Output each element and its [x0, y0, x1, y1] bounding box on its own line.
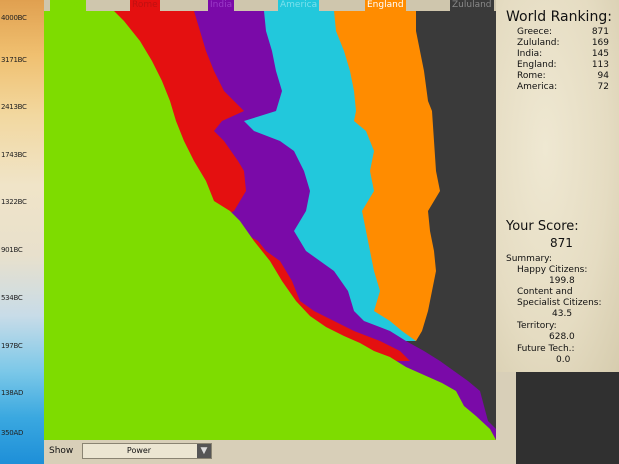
- timeline-tick: 901BC: [1, 246, 23, 254]
- civ-label-rome: Rome: [130, 0, 160, 11]
- show-dropdown[interactable]: Power ▼: [82, 443, 212, 459]
- ranking-value: 145: [591, 49, 609, 59]
- show-label: Show: [49, 446, 74, 456]
- timeline-tick: 1743BC: [1, 151, 27, 159]
- ranking-row: India: 145: [517, 49, 609, 60]
- ranking-row: Rome: 94: [517, 71, 609, 82]
- ranking-value: 94: [597, 71, 609, 81]
- ranking-name: England:: [517, 60, 557, 70]
- timeline-tick: 350AD: [1, 429, 24, 437]
- timeline-tick: 3171BC: [1, 56, 27, 64]
- timeline-tick: 1322BC: [1, 198, 27, 206]
- timeline-strip: 4000BC 3171BC 2413BC 1743BC 1322BC 901BC…: [0, 0, 44, 464]
- content-citizens-value: 43.5: [552, 309, 573, 319]
- ranking-name: Zululand:: [517, 38, 560, 48]
- civ-label-america: America: [278, 0, 320, 11]
- happy-citizens-value: 199.8: [549, 276, 575, 286]
- timeline-tick: 197BC: [1, 342, 23, 350]
- ranking-row: Greece: 871: [517, 27, 609, 38]
- content-citizens-label: Content and: [517, 287, 573, 297]
- ranking-value: 871: [591, 27, 609, 37]
- ranking-row: Zululand: 169: [517, 38, 609, 49]
- your-score-value: 871: [550, 236, 573, 250]
- timeline-tick: 2413BC: [1, 103, 27, 111]
- ranking-value: 72: [597, 82, 609, 92]
- territory-label: Territory:: [517, 321, 557, 331]
- future-tech-label: Future Tech.:: [517, 344, 575, 354]
- ranking-panel: World Ranking: Greece: 871 Zululand: 169…: [496, 0, 619, 372]
- timeline-tick: 534BC: [1, 294, 23, 302]
- bottom-bar: Show Power ▼: [44, 440, 496, 464]
- ranking-value: 113: [591, 60, 609, 70]
- civ-label-zululand: Zululand: [450, 0, 494, 11]
- civ-label-greece: Greece: [50, 0, 87, 11]
- ranking-name: America:: [517, 82, 558, 92]
- show-dropdown-value: Power: [126, 446, 152, 455]
- future-tech-value: 0.0: [556, 355, 571, 365]
- summary-label: Summary:: [506, 254, 552, 264]
- ranking-row: England: 113: [517, 60, 609, 71]
- chevron-down-icon[interactable]: ▼: [197, 444, 211, 458]
- power-graph: [44, 11, 496, 440]
- ranking-row: America: 72: [517, 82, 609, 93]
- timeline-tick: 138AD: [1, 389, 24, 397]
- empty-panel: [516, 372, 619, 464]
- territory-value: 628.0: [549, 332, 575, 342]
- timeline-tick: 4000BC: [1, 14, 27, 22]
- your-score-title: Your Score:: [506, 219, 579, 234]
- ranking-name: Rome:: [517, 71, 546, 81]
- civ-label-india: India: [208, 0, 235, 11]
- content-citizens-label-2: Specialist Citizens:: [517, 298, 602, 308]
- civ-label-england: England: [365, 0, 406, 11]
- ranking-name: Greece:: [517, 27, 553, 37]
- world-ranking-title: World Ranking:: [506, 9, 612, 25]
- happy-citizens-label: Happy Citizens:: [517, 265, 588, 275]
- ranking-name: India:: [517, 49, 543, 59]
- ranking-value: 169: [591, 38, 609, 48]
